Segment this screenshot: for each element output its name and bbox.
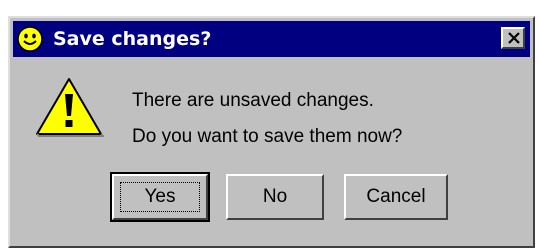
no-button[interactable]: No — [226, 174, 324, 220]
warning-icon — [34, 76, 106, 143]
yes-button[interactable]: Yes — [110, 172, 210, 222]
cancel-button-label: Cancel — [366, 186, 426, 207]
no-button-label: No — [262, 186, 288, 207]
close-icon — [508, 32, 520, 44]
message-line-2: Do you want to save them now? — [132, 126, 403, 147]
title-bar[interactable]: Save changes? — [13, 21, 530, 57]
close-button[interactable] — [501, 27, 525, 49]
message-line-1: There are unsaved changes. — [132, 90, 374, 111]
focus-ring — [120, 182, 200, 212]
smiley-icon — [17, 26, 43, 52]
dialog-title: Save changes? — [53, 28, 212, 50]
cancel-button[interactable]: Cancel — [344, 174, 448, 220]
save-changes-dialog: Save changes? There are unsaved changes.… — [8, 16, 535, 248]
